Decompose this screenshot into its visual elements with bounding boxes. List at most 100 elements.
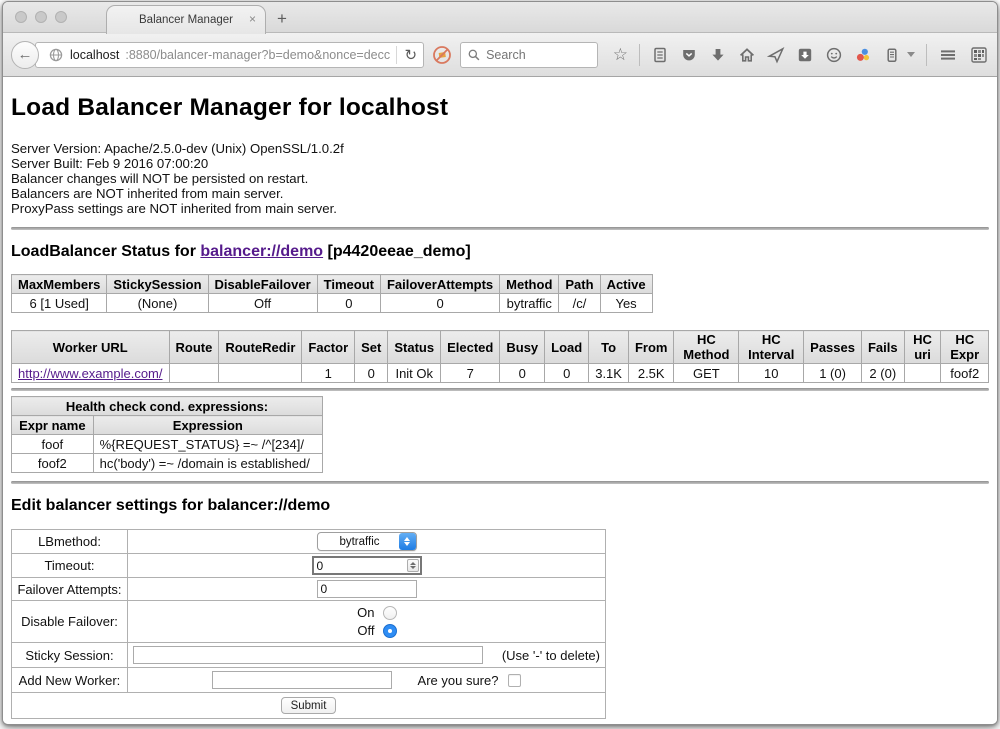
val-route (169, 364, 219, 383)
val-hc-uri (904, 364, 941, 383)
col-busy: Busy (500, 331, 545, 364)
chat-smiley-icon[interactable] (825, 46, 843, 64)
lbmethod-select[interactable]: bytraffic (317, 532, 417, 551)
chevron-down-icon[interactable] (907, 52, 915, 57)
hc-table-row: foof2 hc('body') =~ /domain is establish… (12, 454, 323, 473)
back-button[interactable]: ← (11, 41, 39, 69)
server-version-line: Server Version: Apache/2.5.0-dev (Unix) … (11, 141, 989, 156)
pixel-grid-extension-icon[interactable] (969, 45, 989, 65)
balancer-status-table: MaxMembers StickySession DisableFailover… (11, 274, 653, 313)
col-hc-method: HC Method (674, 331, 739, 364)
col-disablefailover: DisableFailover (208, 275, 317, 294)
form-row-lbmethod: LBmethod: bytraffic (12, 530, 606, 554)
col-status: Status (388, 331, 441, 364)
send-plane-icon[interactable] (767, 46, 785, 64)
sticky-session-input[interactable] (133, 646, 483, 664)
val-passes: 1 (0) (804, 364, 862, 383)
health-check-table: Health check cond. expressions: Expr nam… (11, 396, 323, 473)
val-hc-interval: 10 (739, 364, 804, 383)
edit-balancer-form: LBmethod: bytraffic Timeout: (11, 529, 606, 719)
are-you-sure-checkbox[interactable] (508, 674, 521, 687)
globe-icon (48, 47, 64, 63)
val-status: Init Ok (388, 364, 441, 383)
divider (11, 227, 989, 230)
reload-icon[interactable]: ↻ (396, 46, 417, 64)
val-expr-name-2: foof2 (12, 454, 94, 473)
search-icon (467, 48, 481, 62)
search-input[interactable] (486, 48, 586, 62)
balancer-demo-link[interactable]: balancer://demo (200, 243, 323, 260)
timeout-input[interactable] (312, 556, 422, 575)
toolbar-separator (639, 44, 640, 66)
col-hc-expr: HC Expr (941, 331, 989, 364)
add-worker-input[interactable] (212, 671, 392, 689)
form-row-submit: Submit (12, 693, 606, 719)
val-hc-method: GET (674, 364, 739, 383)
radio-on-label: On (357, 605, 374, 620)
val-from: 2.5K (628, 364, 674, 383)
failover-attempts-input[interactable] (317, 580, 417, 598)
radio-off-label: Off (357, 623, 374, 638)
bookmarks-clipboard-icon[interactable] (651, 46, 669, 64)
inherit-notice-line: Balancers are NOT inherited from main se… (11, 186, 989, 201)
new-tab-button[interactable]: + (277, 9, 287, 29)
bookmark-star-icon[interactable]: ☆ (613, 46, 628, 63)
proxypass-notice-line: ProxyPass settings are NOT inherited fro… (11, 201, 989, 216)
close-window-button[interactable] (15, 11, 27, 23)
menu-hamburger-icon[interactable] (938, 46, 958, 64)
val-set: 0 (355, 364, 388, 383)
col-timeout: Timeout (317, 275, 380, 294)
val-disablefailover: Off (208, 294, 317, 313)
worker-url-link[interactable]: http://www.example.com/ (18, 366, 163, 381)
val-expression-1: %{REQUEST_STATUS} =~ /^[234]/ (93, 435, 322, 454)
toolbar-separator (926, 44, 927, 66)
worker-table-header-row: Worker URL Route RouteRedir Factor Set S… (12, 331, 989, 364)
col-elected: Elected (441, 331, 500, 364)
col-routeredir: RouteRedir (219, 331, 302, 364)
url-input[interactable]: localhost:8880/balancer-manager?b=demo&n… (35, 42, 424, 68)
page-title: Load Balancer Manager for localhost (11, 94, 989, 122)
hc-table-title: Health check cond. expressions: (12, 397, 323, 416)
server-built-line: Server Built: Feb 9 2016 07:00:20 (11, 156, 989, 171)
content-blocker-icon[interactable] (431, 44, 453, 66)
col-stickysession: StickySession (107, 275, 208, 294)
val-to: 3.1K (589, 364, 629, 383)
colored-dots-extension-icon[interactable] (854, 46, 872, 64)
persist-notice-line: Balancer changes will NOT be persisted o… (11, 171, 989, 186)
val-hc-expr: foof2 (941, 364, 989, 383)
toolbar-icons: ☆ (613, 44, 989, 66)
are-you-sure-label: Are you sure? (418, 673, 499, 688)
home-icon[interactable] (738, 46, 756, 64)
number-spinner-icon[interactable] (407, 559, 419, 572)
val-elected: 7 (441, 364, 500, 383)
divider (11, 388, 989, 391)
val-failoverattempts: 0 (380, 294, 499, 313)
col-path: Path (559, 275, 600, 294)
tab-close-icon[interactable]: × (249, 13, 256, 25)
search-bar[interactable] (460, 42, 598, 68)
divider (11, 481, 989, 484)
col-failoverattempts: FailoverAttempts (380, 275, 499, 294)
battery-extension-icon[interactable] (883, 46, 901, 64)
hc-table-row: foof %{REQUEST_STATUS} =~ /^[234]/ (12, 435, 323, 454)
disable-failover-on-radio[interactable] (383, 606, 397, 620)
val-timeout: 0 (317, 294, 380, 313)
submit-button[interactable]: Submit (281, 697, 337, 714)
minimize-window-button[interactable] (35, 11, 47, 23)
col-method: Method (500, 275, 559, 294)
download-arrow-icon[interactable] (709, 46, 727, 64)
col-hc-interval: HC Interval (739, 331, 804, 364)
form-row-add-worker: Add New Worker: Are you sure? (12, 668, 606, 693)
zoom-window-button[interactable] (55, 11, 67, 23)
tab-title: Balancer Manager (139, 14, 233, 26)
form-row-timeout: Timeout: (12, 554, 606, 578)
disable-failover-off-radio[interactable] (383, 624, 397, 638)
val-expression-2: hc('body') =~ /domain is established/ (93, 454, 322, 473)
navigation-toolbar: ← localhost:8880/balancer-manager?b=demo… (3, 33, 997, 77)
val-routeredir (219, 364, 302, 383)
tab-balancer-manager[interactable]: Balancer Manager × (106, 5, 266, 34)
download-panel-icon[interactable] (796, 46, 814, 64)
lbmethod-label: LBmethod: (12, 530, 128, 554)
worker-table-row: http://www.example.com/ 1 0 Init Ok 7 0 … (12, 364, 989, 383)
pocket-icon[interactable] (680, 46, 698, 64)
